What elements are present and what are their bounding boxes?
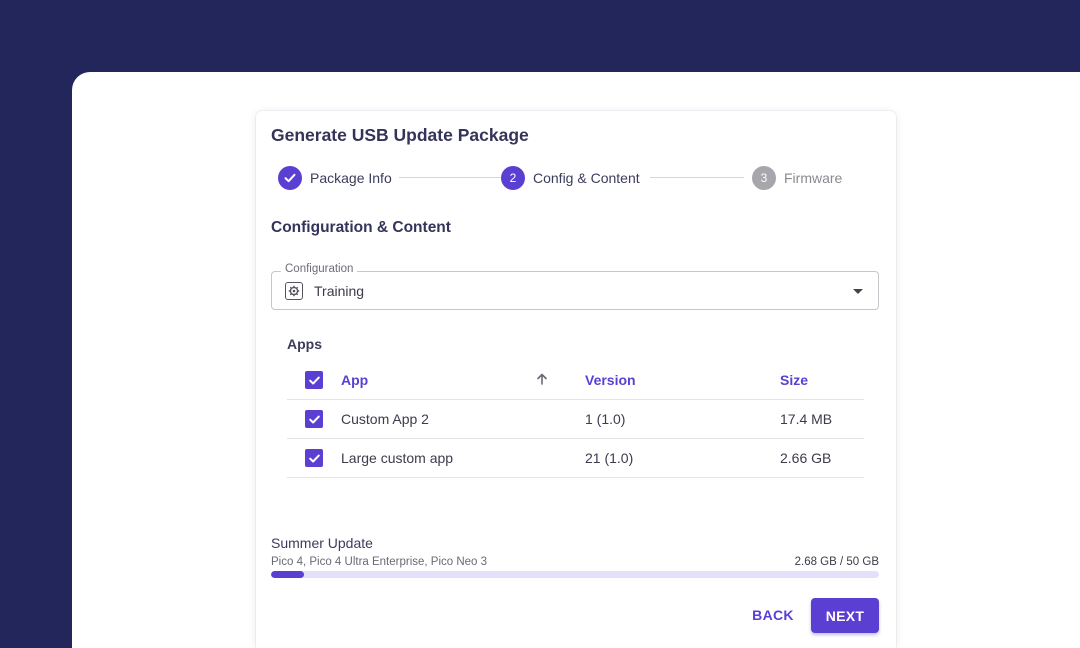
chevron-down-icon[interactable] xyxy=(853,289,863,294)
app-version: 1 (1.0) xyxy=(585,411,626,427)
step-connector xyxy=(650,177,744,178)
check-icon xyxy=(278,166,302,190)
storage-usage: 2.68 GB / 50 GB xyxy=(794,556,879,568)
step-number: 3 xyxy=(752,166,776,190)
app-name: Custom App 2 xyxy=(341,411,429,427)
row-checkbox[interactable] xyxy=(305,410,323,428)
apps-table: App Version Size Custom App 2 1 (1.0) 17… xyxy=(287,361,864,478)
gear-icon xyxy=(285,282,303,300)
column-header-version[interactable]: Version xyxy=(585,372,636,388)
section-title: Configuration & Content xyxy=(271,219,451,236)
app-version: 21 (1.0) xyxy=(585,450,634,466)
apps-title: Apps xyxy=(287,336,322,352)
step-label: Config & Content xyxy=(533,170,640,186)
step-package-info[interactable]: Package Info xyxy=(278,166,392,190)
storage-progress-bar xyxy=(271,571,879,578)
usb-package-dialog: Generate USB Update Package Package Info… xyxy=(256,111,896,648)
app-size: 2.66 GB xyxy=(780,450,832,466)
step-connector xyxy=(399,177,501,178)
step-firmware[interactable]: 3 Firmware xyxy=(752,166,842,190)
package-devices: Pico 4, Pico 4 Ultra Enterprise, Pico Ne… xyxy=(271,556,488,568)
arrow-up-icon[interactable] xyxy=(535,372,549,389)
step-config-content[interactable]: 2 Config & Content xyxy=(501,166,640,190)
dialog-title: Generate USB Update Package xyxy=(271,125,529,145)
next-button[interactable]: NEXT xyxy=(811,598,879,633)
step-number: 2 xyxy=(501,166,525,190)
step-label: Package Info xyxy=(310,170,392,186)
select-all-checkbox[interactable] xyxy=(305,371,323,389)
row-checkbox[interactable] xyxy=(305,449,323,467)
configuration-label: Configuration xyxy=(281,263,358,275)
back-button[interactable]: BACK xyxy=(744,598,802,632)
package-name: Summer Update xyxy=(271,535,373,551)
table-row: Custom App 2 1 (1.0) 17.4 MB xyxy=(287,400,864,439)
column-header-size[interactable]: Size xyxy=(780,372,808,388)
configuration-value: Training xyxy=(314,283,365,299)
table-header: App Version Size xyxy=(287,361,864,400)
app-size: 17.4 MB xyxy=(780,411,833,427)
app-name: Large custom app xyxy=(341,450,454,466)
configuration-select[interactable]: Configuration Training xyxy=(271,263,879,310)
storage-progress-fill xyxy=(271,571,304,578)
step-label: Firmware xyxy=(784,170,843,186)
table-row: Large custom app 21 (1.0) 2.66 GB xyxy=(287,439,864,478)
column-header-app[interactable]: App xyxy=(341,372,368,388)
